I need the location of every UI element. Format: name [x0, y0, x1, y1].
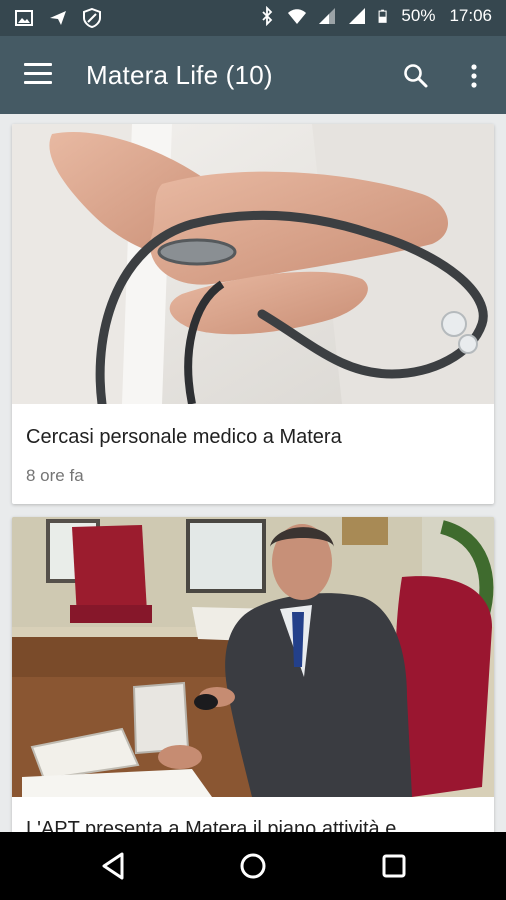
article-card[interactable]: L'APT presenta a Matera il piano attivit…: [12, 517, 494, 832]
navigation-bar: [0, 832, 506, 900]
page-title: Matera Life (10): [86, 60, 273, 90]
back-icon[interactable]: [98, 850, 130, 882]
clock: 17:06: [449, 6, 492, 25]
bluetooth-icon: [262, 6, 273, 26]
more-options-icon[interactable]: [466, 62, 482, 90]
article-title: L'APT presenta a Matera il piano attivit…: [26, 818, 397, 832]
image-icon: [15, 10, 33, 26]
article-card[interactable]: Cercasi personale medico a Matera 8 ore …: [12, 124, 494, 504]
battery-icon: [378, 9, 388, 23]
menu-button[interactable]: [24, 63, 56, 87]
wifi-icon: [288, 9, 307, 24]
status-bar: 50% 17:06: [0, 0, 506, 36]
article-title: Cercasi personale medico a Matera: [26, 426, 342, 448]
article-image: [12, 517, 494, 797]
search-icon[interactable]: [402, 62, 430, 90]
signal-icon: [349, 8, 366, 24]
recents-icon[interactable]: [378, 850, 410, 882]
article-list: Cercasi personale medico a Matera 8 ore …: [0, 114, 506, 832]
battery-percent: 50%: [401, 6, 436, 25]
signal-icon: [319, 8, 336, 24]
app-bar: Matera Life (10): [0, 36, 506, 114]
article-image: [12, 124, 494, 404]
status-bar-notifications: [14, 8, 102, 28]
status-bar-system: 50% 17:06: [257, 6, 492, 26]
send-icon: [50, 11, 66, 25]
article-time: 8 ore fa: [26, 466, 84, 485]
home-icon[interactable]: [237, 850, 269, 882]
shield-icon: [83, 8, 101, 28]
